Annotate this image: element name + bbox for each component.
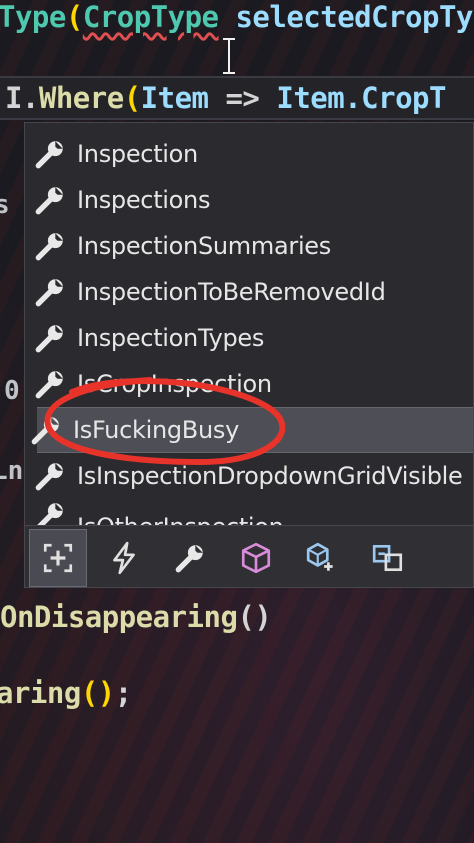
code-token-prefix: .I.	[0, 81, 39, 115]
filter-snippets-button[interactable]	[359, 529, 417, 587]
text-cursor-icon	[223, 38, 235, 74]
completion-item-label: IsFuckingBusy	[73, 416, 239, 444]
code-line-call[interactable]: aring();	[0, 676, 132, 710]
wrench-icon	[35, 463, 63, 491]
extension-method-icon	[306, 542, 333, 571]
completion-item[interactable]: Inspections	[25, 177, 473, 223]
wrench-icon	[35, 233, 63, 261]
code-fragment: Ln	[0, 456, 24, 486]
code-token-method: aring	[0, 676, 81, 710]
code-token-param-type: CropType	[82, 0, 219, 34]
wrench-icon	[35, 141, 63, 169]
completion-item-label: Inspection	[77, 140, 198, 168]
code-token-member-access: Item.CropT	[276, 81, 446, 115]
completion-item-selected[interactable]: IsFuckingBusy	[31, 407, 473, 453]
snippet-icon	[372, 544, 403, 572]
wrench-icon	[35, 279, 63, 307]
event-bolt-icon	[113, 541, 135, 575]
completion-item-label: InspectionSummaries	[77, 232, 331, 260]
wrench-icon	[35, 371, 63, 399]
completion-item-label: IsCropInspection	[77, 370, 272, 398]
completion-item-label: InspectionToBeRemovedId	[77, 278, 386, 306]
code-token-parens: ()	[237, 600, 272, 634]
code-line-on-disappearing[interactable]: OnDisappearing()	[0, 600, 272, 634]
filter-classes-button[interactable]	[227, 529, 285, 587]
wrench-icon	[35, 187, 63, 215]
code-token-type: Type	[0, 0, 66, 34]
code-token-param-name: selectedCropTy	[218, 0, 473, 34]
code-token-paren: (	[65, 0, 83, 34]
completion-filter-toolbar	[25, 525, 473, 587]
completion-item[interactable]: Inspection	[25, 131, 473, 177]
wrench-icon	[31, 417, 59, 445]
code-token-parens: ()	[80, 676, 115, 710]
cube-class-icon	[241, 542, 271, 574]
filter-properties-button[interactable]	[161, 529, 219, 587]
completion-item[interactable]: IsCropInspection	[25, 361, 473, 407]
filter-events-button[interactable]	[95, 529, 153, 587]
completion-item[interactable]: InspectionToBeRemovedId	[25, 269, 473, 315]
completion-list[interactable]: Inspection Inspections InspectionSummari…	[25, 131, 473, 531]
completion-item-label: IsInspectionDropdownGridVisible	[77, 462, 463, 490]
expand-filter-icon	[43, 543, 73, 573]
code-token-arrow: =>	[208, 81, 277, 115]
intellisense-popup: Inspection Inspections InspectionSummari…	[24, 122, 474, 588]
filter-expand-button[interactable]	[29, 529, 87, 587]
wrench-icon	[35, 325, 63, 353]
code-token-paren: (	[123, 81, 141, 115]
filter-extension-methods-button[interactable]	[293, 529, 351, 587]
completion-item-label: InspectionTypes	[77, 324, 265, 352]
code-token-lambda-param: Item	[140, 81, 209, 115]
code-token-method: OnDisappearing	[0, 600, 238, 634]
wrench-property-icon	[175, 545, 203, 573]
code-fragment: s	[0, 190, 10, 220]
completion-item[interactable]: IsInspectionDropdownGridVisible	[25, 453, 473, 499]
completion-item[interactable]: InspectionSummaries	[25, 223, 473, 269]
code-token-method: Where	[38, 81, 124, 115]
code-line-method-signature[interactable]: Type(CropType selectedCropTy	[0, 0, 473, 34]
code-token-semicolon: ;	[114, 676, 132, 710]
code-line-current[interactable]: .I.Where(Item => Item.CropT	[0, 76, 474, 120]
completion-item[interactable]: InspectionTypes	[25, 315, 473, 361]
code-fragment: 0	[4, 376, 20, 406]
completion-item-label: Inspections	[77, 186, 211, 214]
